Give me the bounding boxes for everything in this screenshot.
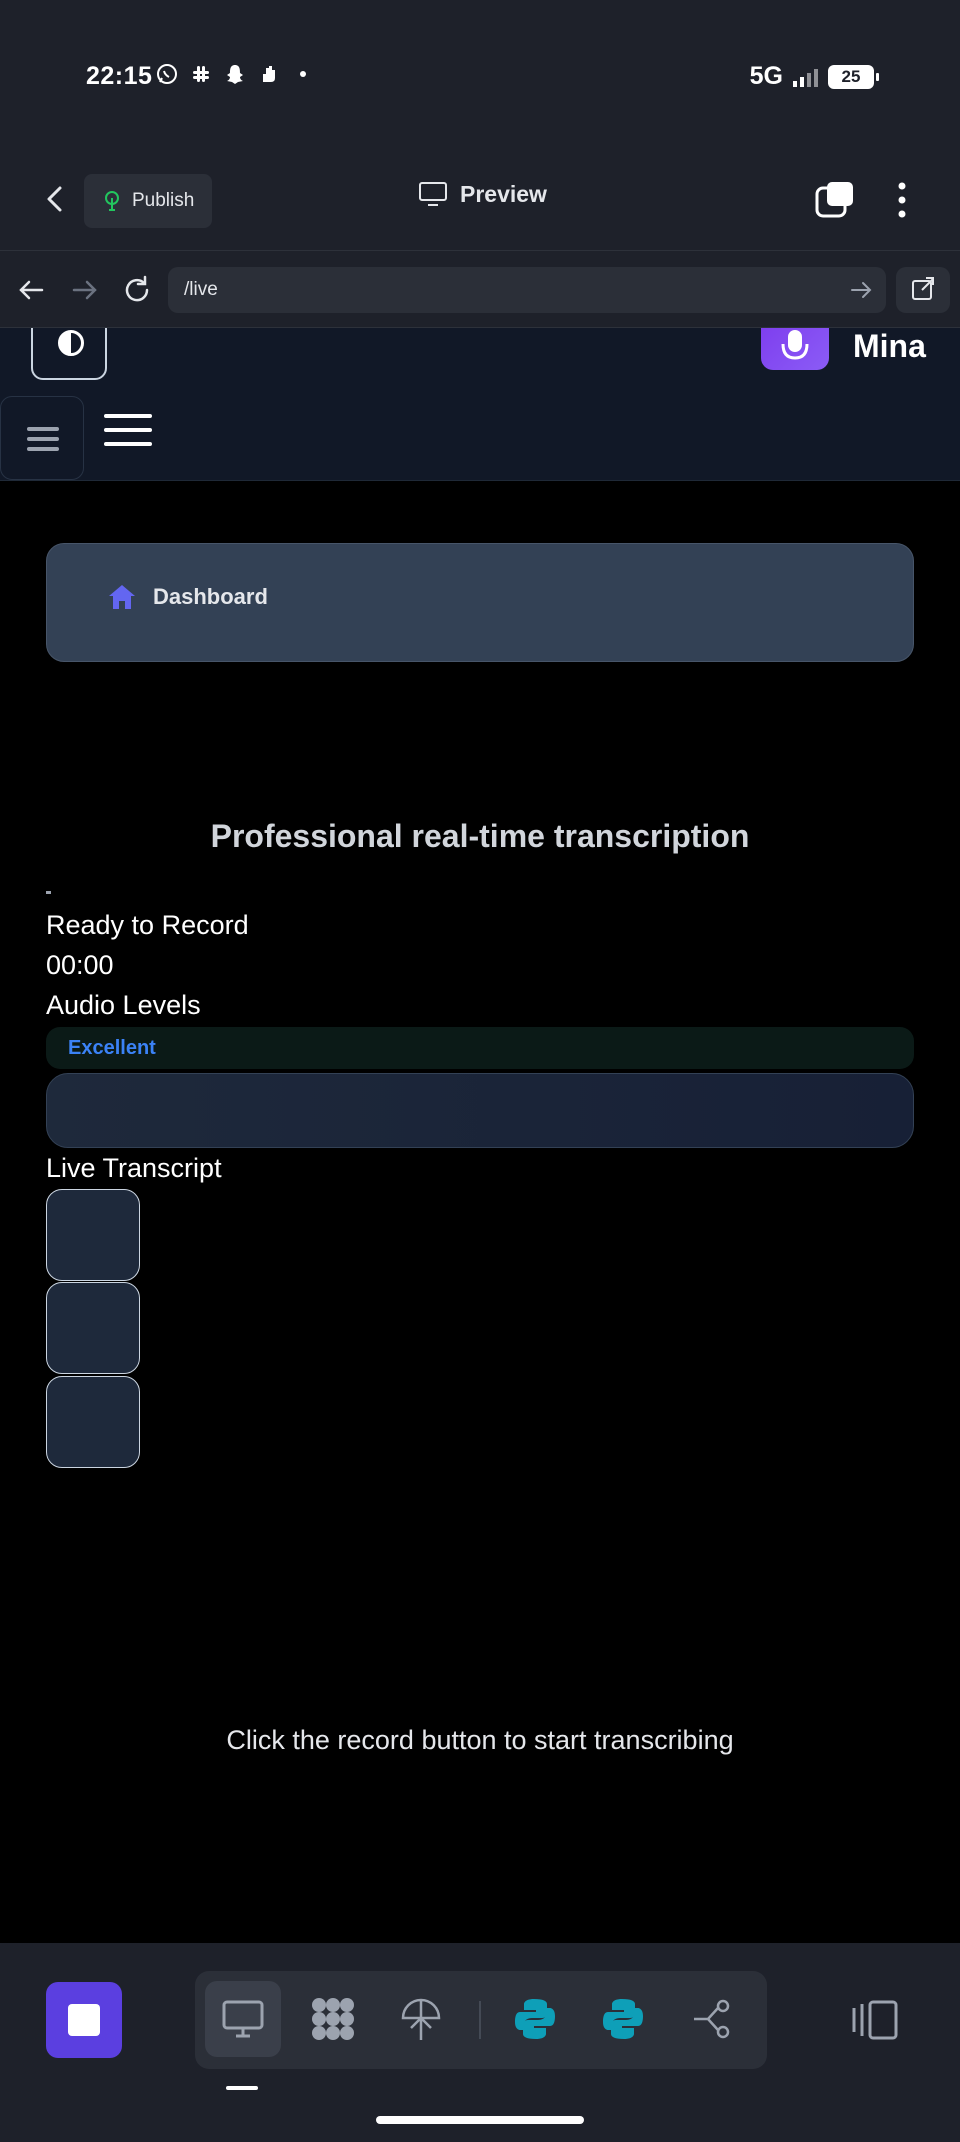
tool-group — [195, 1971, 767, 2069]
broken-image-icon — [46, 891, 51, 894]
preview-button[interactable]: Preview — [418, 180, 547, 208]
active-tab-indicator — [226, 2086, 258, 2090]
python-tool-button[interactable] — [497, 1981, 573, 2057]
more-options-icon[interactable] — [890, 180, 914, 220]
status-time: 22:15 — [86, 62, 153, 90]
python-icon — [515, 1999, 555, 2039]
breadcrumb: Dashboard — [46, 543, 914, 662]
share-tool-button[interactable] — [675, 1981, 751, 2057]
breadcrumb-dashboard-link[interactable]: Dashboard — [153, 584, 268, 610]
audio-quality-badge: Excellent — [46, 1027, 914, 1069]
url-text: /live — [184, 279, 218, 300]
go-arrow-icon[interactable] — [848, 277, 874, 303]
open-external-button[interactable] — [896, 267, 950, 313]
network-type: 5G — [749, 62, 783, 90]
audio-level-meter — [46, 1073, 914, 1148]
side-panel-icon[interactable] — [850, 1998, 900, 2042]
publish-label: Publish — [132, 190, 195, 211]
browser-back-icon[interactable] — [14, 273, 48, 307]
transcript-control-box[interactable] — [46, 1282, 140, 1374]
back-chevron-icon[interactable] — [38, 182, 72, 216]
desktop-tool-button[interactable] — [205, 1981, 281, 2057]
url-bar: /live — [0, 250, 960, 328]
share-nodes-icon — [694, 1999, 730, 2039]
theme-toggle-button[interactable] — [31, 328, 107, 380]
tool-separator — [479, 2001, 481, 2039]
signal-icon — [793, 67, 818, 87]
grid-tool-button[interactable] — [295, 1981, 371, 2057]
preview-label: Preview — [460, 180, 547, 207]
home-indicator[interactable] — [376, 2116, 584, 2124]
status-bar: 22:15 5G 25 — [0, 0, 960, 150]
status-right: 5G 25 — [749, 62, 879, 91]
stop-button[interactable] — [46, 1982, 122, 2058]
hand-icon — [257, 62, 281, 86]
dot-icon — [291, 62, 315, 86]
publish-tree-icon — [105, 191, 119, 211]
satellite-icon — [401, 1998, 441, 2040]
whatsapp-icon — [155, 62, 179, 86]
python-icon — [603, 1999, 643, 2039]
battery-icon: 25 — [828, 64, 879, 89]
external-link-icon — [912, 277, 934, 300]
page-title: Professional real-time transcription — [210, 818, 750, 854]
audio-quality-label: Excellent — [68, 1037, 156, 1059]
app-logo-mic — [761, 328, 829, 370]
stop-icon — [68, 2004, 100, 2036]
recording-status: Ready to Record — [46, 910, 249, 940]
transcript-control-box[interactable] — [46, 1376, 140, 1468]
notification-icons — [155, 62, 315, 86]
transcript-control-box[interactable] — [46, 1189, 140, 1281]
user-name: Mina — [853, 328, 926, 364]
app-topnav: Mina — [0, 328, 960, 481]
hamburger-menu-icon[interactable] — [104, 410, 152, 450]
slack-icon — [189, 62, 213, 86]
tabs-icon[interactable] — [815, 180, 855, 220]
hamburger-icon — [27, 427, 59, 451]
sidebar-menu-button[interactable] — [0, 396, 84, 480]
recording-timer: 00:00 — [46, 950, 114, 980]
reload-icon[interactable] — [120, 273, 154, 307]
url-input[interactable]: /live — [168, 267, 886, 313]
transcript-empty-hint: Click the record button to start transcr… — [226, 1725, 734, 1755]
bottom-dock — [0, 1943, 960, 2142]
desktop-icon — [222, 2000, 264, 2038]
contrast-icon — [58, 330, 84, 356]
monitor-icon — [419, 182, 447, 206]
python-tool-button-2[interactable] — [585, 1981, 661, 2057]
deploy-tool-button[interactable] — [383, 1981, 459, 2057]
grid-blob-icon — [312, 1998, 354, 2040]
audio-levels-title: Audio Levels — [46, 990, 201, 1020]
microphone-icon — [781, 330, 809, 360]
app-header: Publish Preview — [0, 150, 960, 250]
live-transcript-title: Live Transcript — [46, 1153, 222, 1183]
snapchat-icon — [223, 62, 247, 86]
browser-forward-icon[interactable] — [68, 273, 102, 307]
publish-button[interactable]: Publish — [84, 174, 212, 228]
home-icon[interactable] — [107, 582, 137, 612]
